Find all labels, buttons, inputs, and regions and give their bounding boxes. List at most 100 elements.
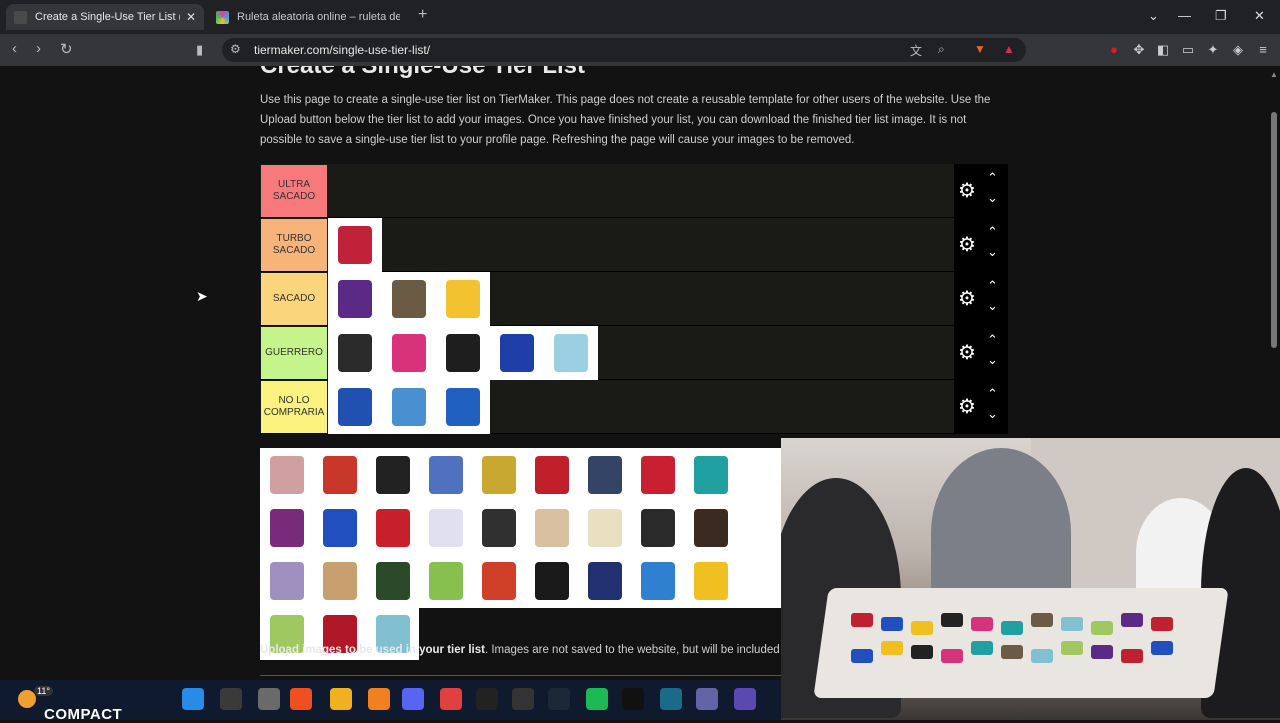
move-tier-up-icon[interactable]: ⌃ xyxy=(987,224,998,240)
epic-games-icon[interactable] xyxy=(476,688,498,710)
pool-item-image[interactable] xyxy=(631,501,684,554)
pool-item-image[interactable] xyxy=(472,448,525,501)
tier-label[interactable]: TURBO SACADO xyxy=(261,219,327,271)
tier-item-image[interactable] xyxy=(328,272,382,326)
close-tab-icon[interactable]: ✕ xyxy=(186,10,196,24)
tier-item-image[interactable] xyxy=(544,326,598,380)
pool-item-image[interactable] xyxy=(684,448,737,501)
pool-item-image[interactable] xyxy=(313,448,366,501)
extensions-icon[interactable]: ✥ xyxy=(1131,42,1147,58)
site-info-icon[interactable]: ⚙ xyxy=(230,42,241,56)
folder-icon[interactable] xyxy=(330,688,352,710)
move-tier-down-icon[interactable]: ⌄ xyxy=(987,406,998,422)
tier-settings-gear-icon[interactable]: ⚙ xyxy=(958,286,976,311)
tier-settings-gear-icon[interactable]: ⚙ xyxy=(958,394,976,419)
close-window-button[interactable]: ✕ xyxy=(1254,8,1265,24)
pool-item-image[interactable] xyxy=(419,448,472,501)
new-tab-button[interactable]: + xyxy=(418,6,427,24)
files-icon[interactable] xyxy=(258,688,280,710)
move-tier-down-icon[interactable]: ⌄ xyxy=(987,244,998,260)
wallet-icon[interactable]: ▭ xyxy=(1180,42,1196,58)
move-tier-up-icon[interactable]: ⌃ xyxy=(987,332,998,348)
move-tier-down-icon[interactable]: ⌄ xyxy=(987,298,998,314)
tier-item-image[interactable] xyxy=(382,272,436,326)
obs-icon[interactable] xyxy=(622,688,644,710)
reload-icon[interactable]: ↻ xyxy=(60,40,73,58)
pool-item-image[interactable] xyxy=(631,554,684,607)
pool-item-image[interactable] xyxy=(472,501,525,554)
pool-item-image[interactable] xyxy=(525,501,578,554)
pool-item-image[interactable] xyxy=(631,448,684,501)
tasks-icon[interactable] xyxy=(734,688,756,710)
restore-button[interactable]: ❐ xyxy=(1215,8,1227,24)
tab-ruleta[interactable]: Ruleta aleatoria online – ruleta de la xyxy=(208,4,408,30)
scroll-up-icon[interactable]: ▲ xyxy=(1270,70,1278,79)
scrollbar-thumb[interactable] xyxy=(1271,112,1277,348)
pool-item-image[interactable] xyxy=(525,448,578,501)
move-tier-up-icon[interactable]: ⌃ xyxy=(987,278,998,294)
brave-icon[interactable] xyxy=(290,688,312,710)
bookmark-icon[interactable]: ▮ xyxy=(196,42,203,58)
pool-item-image[interactable] xyxy=(578,448,631,501)
move-tier-down-icon[interactable]: ⌄ xyxy=(987,352,998,368)
pool-item-image[interactable] xyxy=(684,554,737,607)
leo-ai-icon[interactable]: ✦ xyxy=(1205,42,1221,58)
forward-icon[interactable]: › xyxy=(36,40,41,57)
pool-item-image[interactable] xyxy=(313,501,366,554)
record-icon[interactable]: ● xyxy=(1106,42,1122,58)
pool-item-image[interactable] xyxy=(472,554,525,607)
search-icon[interactable] xyxy=(220,688,242,710)
weather-widget[interactable]: 11° xyxy=(16,686,53,714)
translate-icon[interactable]: 文 xyxy=(910,42,922,59)
move-tier-down-icon[interactable]: ⌄ xyxy=(987,190,998,206)
pool-item-image[interactable] xyxy=(260,501,313,554)
zoom-icon[interactable]: ⌕ xyxy=(938,42,945,57)
tier-item-image[interactable] xyxy=(382,380,436,434)
tier-item-image[interactable] xyxy=(436,326,490,380)
pool-item-image[interactable] xyxy=(366,501,419,554)
pool-item-image[interactable] xyxy=(313,554,366,607)
tier-label[interactable]: SACADO xyxy=(261,273,327,325)
tier-item-image[interactable] xyxy=(382,326,436,380)
tier-label[interactable]: ULTRA SACADO xyxy=(261,165,327,217)
windows-icon[interactable] xyxy=(182,688,204,710)
pool-item-image[interactable] xyxy=(578,501,631,554)
tier-label[interactable]: NO LO COMPRARIA xyxy=(261,381,327,433)
discord-icon[interactable] xyxy=(402,688,424,710)
tier-item-image[interactable] xyxy=(328,380,382,434)
tier-item-image[interactable] xyxy=(328,326,382,380)
sidebar-icon[interactable]: ◧ xyxy=(1155,42,1171,58)
tier-settings-gear-icon[interactable]: ⚙ xyxy=(958,178,976,203)
tier-item-image[interactable] xyxy=(436,380,490,434)
pool-item-image[interactable] xyxy=(366,554,419,607)
pool-item-image[interactable] xyxy=(366,448,419,501)
tier-item-image[interactable] xyxy=(328,218,382,272)
tier-item-image[interactable] xyxy=(436,272,490,326)
tier-label[interactable]: GUERRERO xyxy=(261,327,327,379)
tab-tiermaker[interactable]: Create a Single-Use Tier List (Priv ✕ xyxy=(6,4,204,30)
pool-item-image[interactable] xyxy=(419,554,472,607)
minimize-button[interactable]: — xyxy=(1178,8,1191,23)
steam-icon[interactable] xyxy=(548,688,570,710)
brave-rewards-icon[interactable]: ▲ xyxy=(1003,42,1015,56)
menu-icon[interactable]: ≡ xyxy=(1255,42,1271,58)
pool-item-image[interactable] xyxy=(684,501,737,554)
address-bar[interactable]: ⚙ tiermaker.com/single-use-tier-list/ 文 … xyxy=(222,38,1026,62)
brave-shields-icon[interactable]: ▼ xyxy=(974,42,986,56)
teams-icon[interactable] xyxy=(696,688,718,710)
monitor-icon[interactable] xyxy=(512,688,534,710)
vpn-icon[interactable]: ◈ xyxy=(1230,42,1246,58)
fl-studio-icon[interactable] xyxy=(368,688,390,710)
pool-item-image[interactable] xyxy=(525,554,578,607)
back-icon[interactable]: ‹ xyxy=(12,40,17,57)
move-tier-up-icon[interactable]: ⌃ xyxy=(987,386,998,402)
tier-settings-gear-icon[interactable]: ⚙ xyxy=(958,340,976,365)
pool-item-image[interactable] xyxy=(578,554,631,607)
terminal-icon[interactable] xyxy=(660,688,682,710)
spotify-icon[interactable] xyxy=(586,688,608,710)
move-tier-up-icon[interactable]: ⌃ xyxy=(987,170,998,186)
pool-item-image[interactable] xyxy=(419,501,472,554)
tier-settings-gear-icon[interactable]: ⚙ xyxy=(958,232,976,257)
chrome-icon[interactable] xyxy=(440,688,462,710)
pool-item-image[interactable] xyxy=(260,554,313,607)
